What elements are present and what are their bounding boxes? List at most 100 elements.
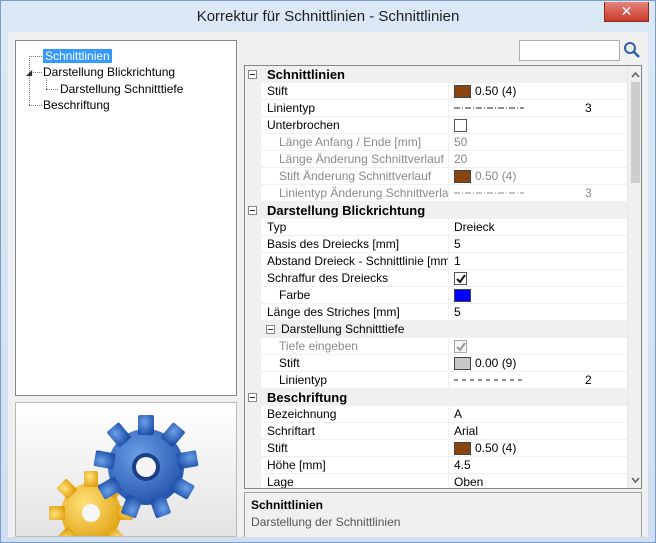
row-gutter <box>245 474 261 488</box>
property-value: Arial <box>454 424 479 438</box>
property-row[interactable]: Abstand Dreieck - Schnittlinie [mm] 1 <box>245 253 627 270</box>
collapse-icon[interactable]: ◢ <box>26 68 32 77</box>
property-value-cell[interactable] <box>450 117 627 134</box>
tree-item-schnittlinien[interactable]: Schnittlinien <box>43 49 112 63</box>
color-swatch[interactable] <box>454 289 471 302</box>
property-row[interactable]: Schraffur des Dreiecks <box>245 270 627 287</box>
tree-connector <box>46 78 47 89</box>
property-name: Bezeichnung <box>261 406 449 423</box>
linetype-preview <box>454 192 524 194</box>
property-value-cell[interactable]: 0.50 (4) <box>450 440 627 457</box>
property-row[interactable]: Linientyp 3 <box>245 100 627 117</box>
linetype-number: 3 <box>585 186 592 200</box>
property-value-cell[interactable]: Oben <box>450 474 627 488</box>
property-row[interactable]: Lage Oben <box>245 474 627 488</box>
property-value-cell[interactable]: 0.50 (4) <box>450 83 627 100</box>
property-row[interactable]: Bezeichnung A <box>245 406 627 423</box>
grid-category[interactable]: Darstellung Blickrichtung <box>245 202 627 219</box>
property-row[interactable]: Stift 0.50 (4) <box>245 440 627 457</box>
close-button[interactable]: ✕ <box>604 2 649 22</box>
property-name: Basis des Dreiecks [mm] <box>261 236 449 253</box>
property-checkbox[interactable] <box>454 340 467 353</box>
collapse-icon[interactable] <box>248 393 257 402</box>
property-row[interactable]: Höhe [mm] 4.5 <box>245 457 627 474</box>
collapse-icon[interactable] <box>248 206 257 215</box>
close-icon: ✕ <box>620 3 633 19</box>
tree-item-darstellung-schnitttiefe[interactable]: Darstellung Schnitttiefe <box>60 82 183 96</box>
property-value-cell[interactable]: 20 <box>450 151 627 168</box>
row-gutter <box>245 151 261 168</box>
row-gutter <box>245 372 261 389</box>
property-row[interactable]: Länge Änderung Schnittverlauf [... 20 <box>245 151 627 168</box>
property-value: 4.5 <box>454 458 471 472</box>
property-value-cell[interactable]: 3 <box>450 100 627 117</box>
tree-item-darstellung-blickrichtung[interactable]: Darstellung Blickrichtung <box>43 65 175 79</box>
property-value-cell[interactable]: 3 <box>450 185 627 202</box>
property-row[interactable]: Stift Änderung Schnittverlauf 0.50 (4) <box>245 168 627 185</box>
property-row[interactable]: Linientyp Änderung Schnittverlauf 3 <box>245 185 627 202</box>
property-row[interactable]: Typ Dreieck <box>245 219 627 236</box>
property-row[interactable]: Schriftart Arial <box>245 423 627 440</box>
property-row[interactable]: Tiefe eingeben <box>245 338 627 355</box>
property-name: Länge Anfang / Ende [mm] <box>261 134 449 151</box>
collapse-icon[interactable] <box>248 70 257 79</box>
grid-category[interactable]: Schnittlinien <box>245 66 627 83</box>
property-rows: Schnittlinien Stift 0.50 (4) Linientyp 3 Unte… <box>245 66 627 488</box>
vertical-scrollbar[interactable] <box>627 66 641 488</box>
property-value-cell[interactable]: 1 <box>450 253 627 270</box>
property-value-cell[interactable]: Arial <box>450 423 627 440</box>
category-title: Darstellung Blickrichtung <box>267 203 426 218</box>
property-value-cell[interactable] <box>450 338 627 355</box>
row-gutter <box>245 423 261 440</box>
property-name: Länge des Striches [mm] <box>261 304 449 321</box>
property-value-cell[interactable]: 2 <box>450 372 627 389</box>
property-value-cell[interactable]: 0.50 (4) <box>450 168 627 185</box>
tree-item-beschriftung[interactable]: Beschriftung <box>43 98 110 112</box>
scroll-up-icon[interactable] <box>631 70 640 80</box>
grid-subcategory[interactable]: Darstellung Schnitttiefe <box>245 321 627 338</box>
pen-color-swatch <box>454 85 471 98</box>
scroll-down-icon[interactable] <box>631 475 640 485</box>
search-input[interactable] <box>519 40 620 61</box>
property-row[interactable]: Stift 0.00 (9) <box>245 355 627 372</box>
search-icon[interactable] <box>623 41 641 59</box>
property-value-cell[interactable]: 4.5 <box>450 457 627 474</box>
property-value-cell[interactable] <box>450 270 627 287</box>
property-value-cell[interactable]: A <box>450 406 627 423</box>
row-gutter <box>245 185 261 202</box>
property-value-cell[interactable]: 50 <box>450 134 627 151</box>
property-row[interactable]: Farbe <box>245 287 627 304</box>
description-text: Darstellung der Schnittlinien <box>251 515 401 529</box>
property-row[interactable]: Basis des Dreiecks [mm] 5 <box>245 236 627 253</box>
row-gutter <box>245 270 261 287</box>
pen-color-swatch <box>454 442 471 455</box>
property-name: Stift Änderung Schnittverlauf <box>261 168 449 185</box>
pen-color-swatch <box>454 357 471 370</box>
property-name: Schraffur des Dreiecks <box>261 270 449 287</box>
property-row[interactable]: Stift 0.50 (4) <box>245 83 627 100</box>
property-grid: Schnittlinien Stift 0.50 (4) Linientyp 3 Unte… <box>244 65 642 489</box>
property-value-cell[interactable]: 0.00 (9) <box>450 355 627 372</box>
description-title: Schnittlinien <box>251 498 323 512</box>
property-name: Schriftart <box>261 423 449 440</box>
category-tree: ◢ Schnittlinien Darstellung Blickrichtun… <box>15 40 237 396</box>
scrollbar-thumb[interactable] <box>631 82 640 183</box>
property-value-cell[interactable] <box>450 287 627 304</box>
property-name: Tiefe eingeben <box>261 338 449 355</box>
property-value-cell[interactable]: 5 <box>450 236 627 253</box>
property-name: Linientyp <box>261 100 449 117</box>
property-value-cell[interactable]: 5 <box>450 304 627 321</box>
property-value-cell[interactable]: Dreieck <box>450 219 627 236</box>
property-name: Höhe [mm] <box>261 457 449 474</box>
property-row[interactable]: Länge des Striches [mm] 5 <box>245 304 627 321</box>
tree-connector <box>29 56 30 105</box>
property-checkbox[interactable] <box>454 272 467 285</box>
property-row[interactable]: Länge Anfang / Ende [mm] 50 <box>245 134 627 151</box>
grid-category[interactable]: Beschriftung <box>245 389 627 406</box>
property-row[interactable]: Unterbrochen <box>245 117 627 134</box>
property-checkbox[interactable] <box>454 119 467 132</box>
row-gutter <box>245 338 261 355</box>
title-bar[interactable]: Korrektur für Schnittlinien - Schnittlin… <box>1 1 655 33</box>
row-gutter <box>245 406 261 423</box>
property-row[interactable]: Linientyp 2 <box>245 372 627 389</box>
